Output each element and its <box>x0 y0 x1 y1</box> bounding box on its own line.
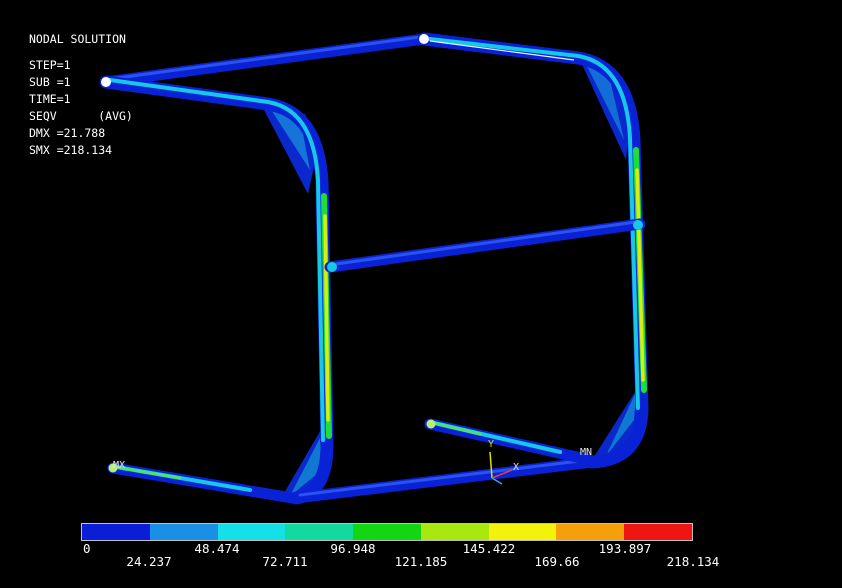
smx-label: SMX =218.134 <box>29 143 113 157</box>
legend-label-top-1: 48.474 <box>194 541 240 556</box>
seqv-label: SEQV (AVG) <box>29 109 133 123</box>
tube-middle-cross-highlight <box>334 220 638 266</box>
time-label: TIME=1 <box>29 92 71 106</box>
legend-segment-3 <box>285 524 354 540</box>
legend-segment-5 <box>420 524 489 540</box>
legend-label-bottom-1: 72.711 <box>262 554 308 569</box>
legend-label-bottom-2: 121.185 <box>394 554 448 569</box>
step-label: STEP=1 <box>29 58 71 72</box>
legend-segment-0 <box>82 524 150 540</box>
tube-top-diagonal <box>100 33 430 88</box>
tube-bottom-cross <box>290 456 598 504</box>
joint-middle-left <box>327 262 337 272</box>
mn-marker: MN <box>580 447 593 458</box>
legend-label-top-4: 193.897 <box>598 541 652 556</box>
mx-marker: MX <box>113 460 126 471</box>
legend-segment-2 <box>217 524 286 540</box>
dmx-label: DMX =21.788 <box>29 126 106 140</box>
legend-label-bottom-3: 169.66 <box>534 554 580 569</box>
legend-segment-7 <box>556 524 625 540</box>
node-top-center <box>419 34 429 44</box>
legend-label-top-0: 0 <box>83 541 91 556</box>
node-top-left <box>101 77 111 87</box>
contour-legend-bar <box>81 523 693 541</box>
node-right-leg-end <box>426 419 436 429</box>
legend-segment-1 <box>149 524 218 540</box>
tube-top-diagonal-highlight <box>108 35 422 81</box>
legend-segment-8 <box>624 524 693 540</box>
legend-label-top-2: 96.948 <box>330 541 376 556</box>
triad-x-label: X <box>513 462 520 473</box>
tube-bottom-cross-highlight <box>298 458 590 497</box>
legend-segment-6 <box>488 524 557 540</box>
tube-middle-cross <box>324 218 646 273</box>
legend-label-bottom-4: 218.134 <box>666 554 720 569</box>
stress-contour-model <box>99 32 649 505</box>
triad-y-label: Y <box>488 439 495 450</box>
legend-segment-4 <box>353 524 421 540</box>
joint-middle-right <box>633 220 643 230</box>
sub-label: SUB =1 <box>29 75 71 89</box>
legend-label-top-3: 145.422 <box>462 541 516 556</box>
nodal-solution-title: NODAL SOLUTION <box>29 32 126 46</box>
legend-label-bottom-0: 24.237 <box>126 554 172 569</box>
